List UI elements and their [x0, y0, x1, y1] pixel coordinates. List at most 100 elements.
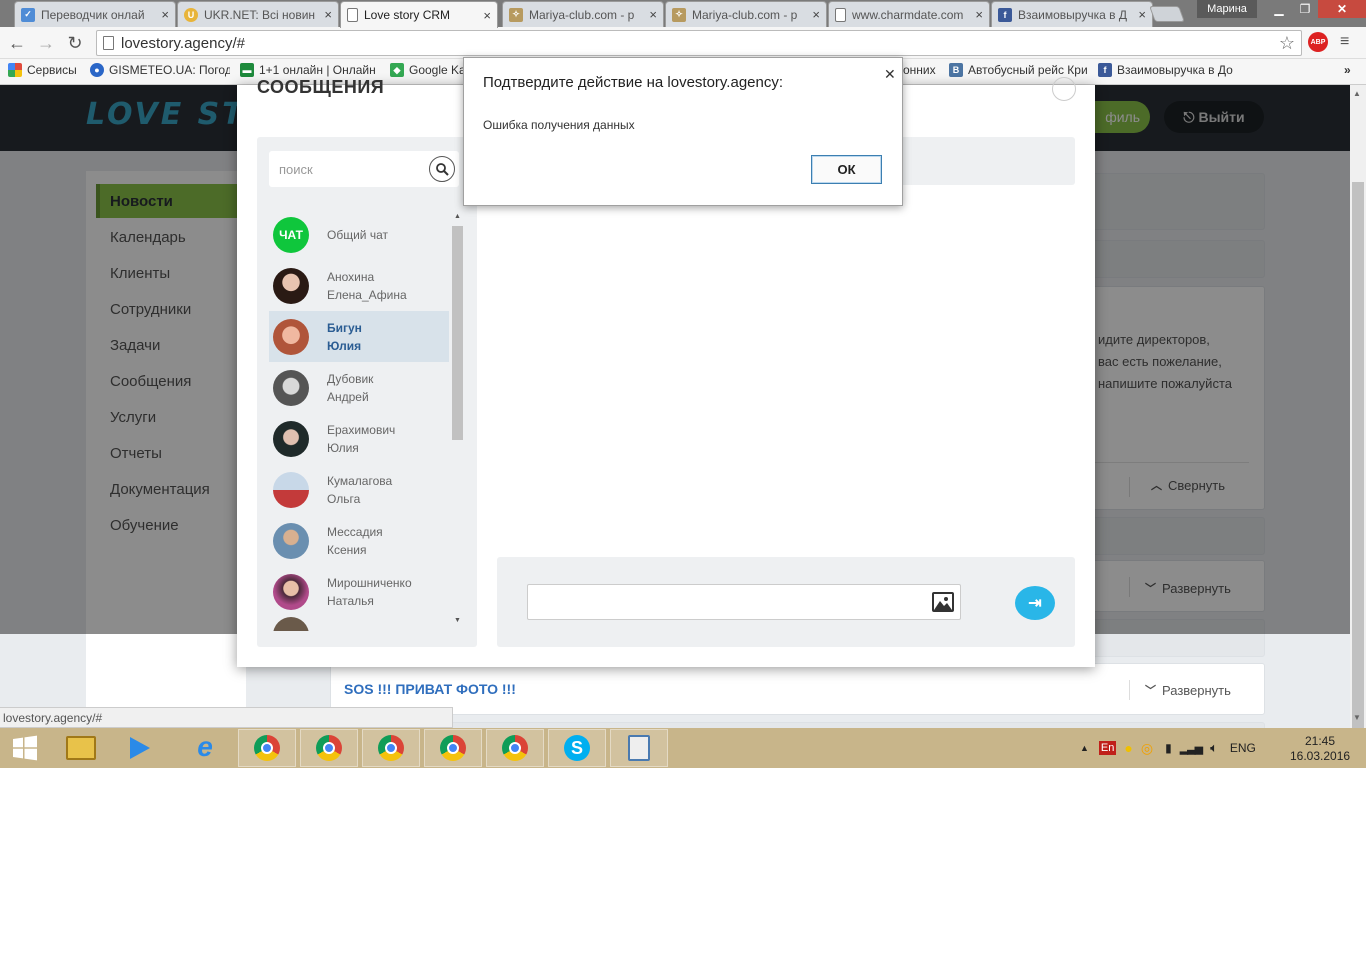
alert-dialog: Подтвердите действие на lovestory.agency…: [463, 57, 903, 206]
ie-icon: e: [197, 731, 213, 762]
reload-icon[interactable]: ↻: [64, 32, 86, 54]
avatar: [273, 369, 309, 406]
calculator-window[interactable]: [610, 729, 668, 767]
scroll-down-icon[interactable]: ▼: [1353, 713, 1361, 722]
modal-close-icon[interactable]: [1052, 77, 1076, 101]
browser-menu-icon[interactable]: ≡: [1340, 33, 1349, 51]
expand-toggle[interactable]: ﹀ Развернуть: [1145, 682, 1231, 698]
tab-facebook-group[interactable]: f Взаимовыручка в Д ×: [991, 1, 1153, 27]
scrollbar-thumb[interactable]: [452, 226, 463, 440]
avast-icon[interactable]: ◎: [1141, 740, 1153, 757]
contact-item[interactable]: Дубовик Андрей: [269, 362, 449, 413]
clock[interactable]: 21:45 16.03.2016: [1290, 734, 1350, 764]
chat-messages-area: [497, 195, 1075, 545]
network-signal-icon[interactable]: ▂▃▅: [1180, 742, 1203, 755]
contacts-scrollbar[interactable]: ▲ ▼: [452, 213, 463, 631]
status-bar-url: lovestory.agency/#: [0, 707, 453, 728]
scroll-up-icon[interactable]: ▲: [1353, 89, 1361, 98]
close-icon[interactable]: ✕: [884, 66, 896, 83]
minimize-icon[interactable]: ▁: [1266, 0, 1292, 18]
tab-translator[interactable]: ✓ Переводчик онлай ×: [14, 1, 176, 27]
contact-item-partial[interactable]: [269, 617, 449, 631]
close-icon[interactable]: ×: [1138, 7, 1146, 22]
restore-icon[interactable]: ❐: [1292, 0, 1318, 18]
scrollbar-thumb[interactable]: [1352, 182, 1364, 768]
mariya-club-icon: ✧: [509, 7, 523, 22]
news-title-sos[interactable]: SOS !!! ПРИВАТ ФОТО !!!: [344, 681, 516, 697]
desktop-screen: ✓ Переводчик онлай × U UKR.NET: Всі нови…: [0, 0, 1366, 768]
internet-explorer-icon[interactable]: e: [176, 729, 234, 767]
language-indicator[interactable]: ENG: [1230, 741, 1256, 755]
chrome-icon: [502, 735, 528, 761]
volume-icon[interactable]: 🔈︎: [1210, 740, 1218, 756]
avatar: [273, 267, 309, 304]
chrome-window-2[interactable]: [300, 729, 358, 767]
message-input[interactable]: [527, 584, 961, 620]
calculator-icon: [628, 735, 650, 761]
chrome-window-4[interactable]: [424, 729, 482, 767]
attach-image-icon[interactable]: [932, 592, 954, 612]
profile-badge[interactable]: Марина: [1197, 0, 1257, 18]
vk-icon: В: [949, 63, 963, 77]
chrome-window-5[interactable]: [486, 729, 544, 767]
contact-item[interactable]: Кумалагова Ольга: [269, 464, 449, 515]
forward-icon[interactable]: →: [35, 32, 57, 54]
contact-item[interactable]: Мессадия Ксения: [269, 515, 449, 566]
facebook-icon: f: [1098, 63, 1112, 77]
bookmark-services[interactable]: Сервисы: [8, 63, 77, 77]
bookmark-bus[interactable]: В Автобусный рейс Кри: [949, 63, 1087, 77]
keyboard-layout-indicator[interactable]: En: [1098, 741, 1117, 755]
start-button[interactable]: [0, 729, 50, 767]
chrome-icon: [316, 735, 342, 761]
tab-mariya-club-1[interactable]: ✧ Mariya-club.com - p ×: [502, 1, 664, 27]
url-text: lovestory.agency/#: [121, 34, 245, 52]
page-icon: [347, 8, 358, 22]
ok-button[interactable]: ОК: [811, 155, 882, 184]
close-icon[interactable]: ×: [649, 7, 657, 22]
scroll-down-icon[interactable]: ▼: [452, 617, 463, 624]
media-player-icon[interactable]: [110, 729, 168, 767]
close-icon[interactable]: ×: [324, 7, 332, 22]
system-tray: ▲ En ● ◎ ▮ ▂▃▅ 🔈︎ ENG: [1080, 728, 1256, 768]
contact-item[interactable]: Мирошниченко Наталья: [269, 566, 449, 617]
battery-icon[interactable]: ▮: [1165, 741, 1172, 755]
page-scrollbar[interactable]: ▲ ▼: [1350, 85, 1366, 768]
tab-love-story-crm[interactable]: Love story CRM ×: [340, 1, 498, 28]
address-bar[interactable]: lovestory.agency/# ☆: [96, 30, 1302, 56]
contact-item-selected[interactable]: Бигун Юлия: [269, 311, 449, 362]
skype-window[interactable]: S: [548, 729, 606, 767]
contact-general-chat[interactable]: ЧАТ Общий чат: [269, 209, 449, 260]
send-button[interactable]: ⇥: [1015, 586, 1055, 620]
more-bookmarks-icon[interactable]: »: [1344, 63, 1351, 77]
modal-title: СООБЩЕНИЯ: [257, 77, 385, 97]
close-icon[interactable]: ×: [975, 7, 983, 22]
contact-item[interactable]: Ерахимович Юлия: [269, 413, 449, 464]
bookmark-google-maps[interactable]: ◆ Google Ka: [390, 63, 464, 77]
adblock-plus-icon[interactable]: ABP: [1308, 32, 1328, 52]
bookmark-gismeteo[interactable]: ● GISMETEO.UA: Погод: [90, 63, 230, 77]
new-tab-button[interactable]: [1149, 6, 1185, 22]
tab-ukrnet[interactable]: U UKR.NET: Всі новин ×: [177, 1, 339, 27]
chrome-icon: [254, 735, 280, 761]
bookmark-1plus1[interactable]: ▬ 1+1 онлайн | Онлайн: [240, 63, 380, 77]
close-icon[interactable]: ×: [812, 7, 820, 22]
bookmark-hidden[interactable]: онних: [903, 63, 939, 77]
bookmark-star-icon[interactable]: ☆: [1279, 33, 1295, 54]
chrome-window-1[interactable]: [238, 729, 296, 767]
avatar: [273, 318, 309, 355]
search-icon[interactable]: [429, 156, 455, 182]
notification-icon[interactable]: ●: [1124, 740, 1132, 756]
contact-item[interactable]: Анохина Елена_Афина: [269, 260, 449, 311]
window-close-icon[interactable]: ✕: [1318, 0, 1366, 18]
scroll-up-icon[interactable]: ▲: [452, 213, 463, 220]
tab-charmdate[interactable]: www.charmdate.com ×: [828, 1, 990, 27]
back-icon[interactable]: ←: [6, 32, 28, 54]
file-explorer-icon[interactable]: [52, 729, 110, 767]
close-icon[interactable]: ×: [161, 7, 169, 22]
chrome-window-3[interactable]: [362, 729, 420, 767]
send-icon: ⇥: [1028, 595, 1042, 612]
close-icon[interactable]: ×: [483, 8, 491, 23]
show-hidden-icons-icon[interactable]: ▲: [1080, 743, 1089, 753]
bookmark-facebook[interactable]: f Взаимовыручка в До: [1098, 63, 1238, 77]
tab-mariya-club-2[interactable]: ✧ Mariya-club.com - p ×: [665, 1, 827, 27]
